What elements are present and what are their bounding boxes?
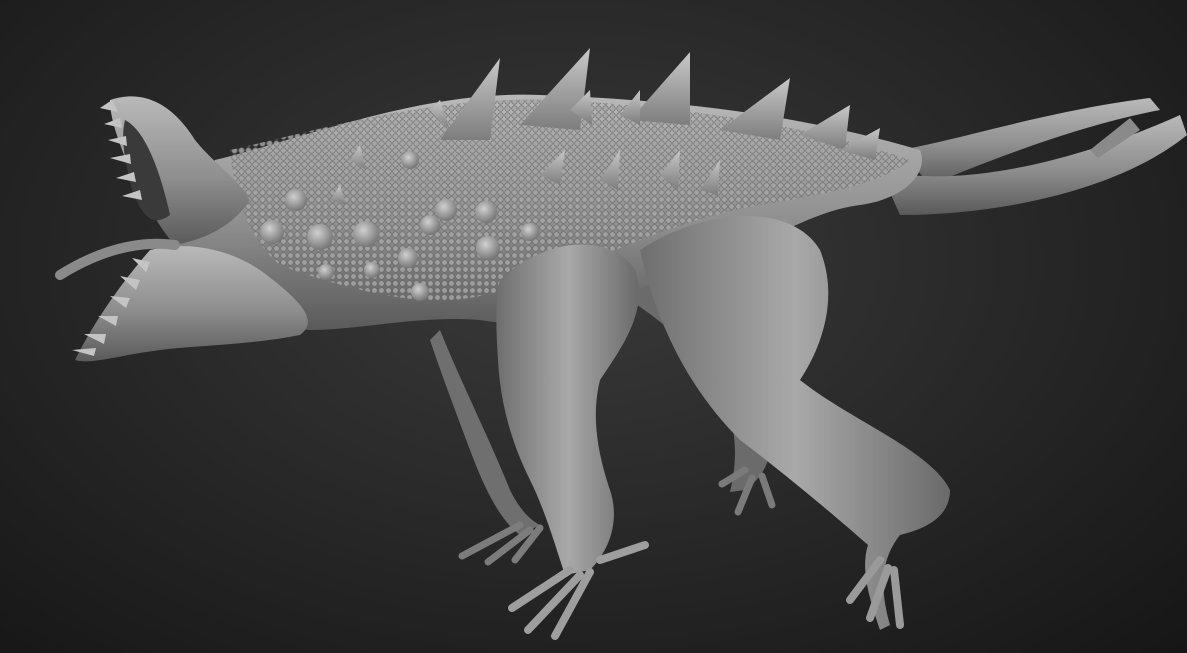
tail xyxy=(880,98,1187,215)
3d-viewport[interactable] xyxy=(0,0,1187,653)
near-front-leg xyxy=(496,244,649,640)
near-hind-leg xyxy=(640,216,950,630)
creature-render xyxy=(55,48,1187,640)
